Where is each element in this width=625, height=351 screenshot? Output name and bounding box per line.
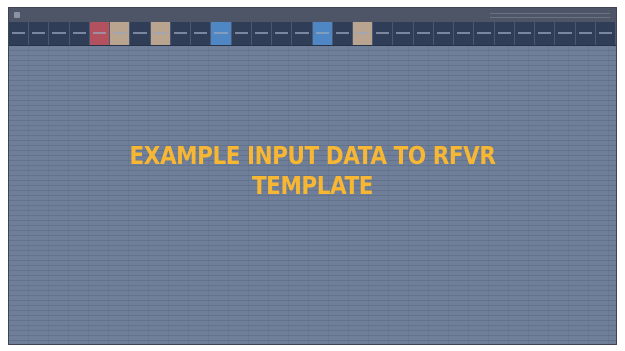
column-header-label <box>335 32 349 34</box>
column-header-cell[interactable] <box>596 22 616 45</box>
column-header-cell[interactable] <box>434 22 455 45</box>
column-header-label <box>92 32 107 34</box>
column-header-cell[interactable] <box>352 22 374 45</box>
column-header-label <box>295 32 309 34</box>
toolbar-strip <box>9 8 616 23</box>
column-header-cell[interactable] <box>70 22 90 45</box>
column-header-label <box>497 32 511 34</box>
column-header-label <box>457 32 471 34</box>
column-header-cell[interactable] <box>312 22 333 45</box>
column-header-label <box>396 32 410 34</box>
column-header-label <box>477 32 491 34</box>
column-header-cell[interactable] <box>373 22 394 45</box>
column-header-cell[interactable] <box>171 22 192 45</box>
column-header-cell[interactable] <box>495 22 515 45</box>
column-header-label <box>578 32 592 34</box>
column-header-cell[interactable] <box>150 22 171 45</box>
column-header-label <box>194 32 208 34</box>
column-header-cell[interactable] <box>515 22 536 45</box>
column-header-cell[interactable] <box>272 22 293 45</box>
column-header-label <box>517 32 532 34</box>
column-header-cell[interactable] <box>9 22 30 45</box>
overlay-title-line-1: EXAMPLE INPUT DATA TO RFVR <box>129 141 496 170</box>
column-header-cell[interactable] <box>29 22 50 45</box>
spreadsheet-window: EXAMPLE INPUT DATA TO RFVR TEMPLATE <box>8 7 617 345</box>
column-header-cell[interactable] <box>576 22 596 45</box>
column-header-cell[interactable] <box>292 22 313 45</box>
app-icon <box>14 12 20 18</box>
overlay-title: EXAMPLE INPUT DATA TO RFVR TEMPLATE <box>51 141 573 201</box>
column-header-label <box>72 32 86 34</box>
overlay-title-line-2: TEMPLATE <box>251 171 374 200</box>
column-header-cell[interactable] <box>252 22 273 45</box>
column-header-cell[interactable] <box>191 22 212 45</box>
column-header-cell[interactable] <box>393 22 414 45</box>
column-header-label <box>254 32 269 34</box>
column-header-label <box>52 32 66 34</box>
column-header-label <box>113 32 127 34</box>
toolbar-controls <box>490 13 610 18</box>
column-header-label <box>133 32 147 34</box>
column-header-label <box>355 32 370 34</box>
column-header-cell[interactable] <box>89 22 111 45</box>
column-header-label <box>153 32 167 34</box>
column-header-cell[interactable] <box>130 22 151 45</box>
column-header-label <box>275 32 289 34</box>
column-header-row <box>9 22 616 46</box>
column-header-cell[interactable] <box>555 22 576 45</box>
column-header-cell[interactable] <box>474 22 495 45</box>
column-header-label <box>538 32 552 34</box>
column-header-cell[interactable] <box>535 22 556 45</box>
column-header-cell[interactable] <box>232 22 252 45</box>
column-header-cell[interactable] <box>110 22 131 45</box>
column-header-cell[interactable] <box>49 22 70 45</box>
column-header-label <box>558 32 572 34</box>
column-header-label <box>598 32 613 34</box>
column-header-cell[interactable] <box>414 22 434 45</box>
column-header-label <box>376 32 390 34</box>
column-header-label <box>214 32 228 34</box>
column-header-label <box>32 32 46 34</box>
column-header-label <box>234 32 248 34</box>
column-header-label <box>436 32 451 34</box>
column-header-cell[interactable] <box>211 22 232 45</box>
column-header-cell[interactable] <box>333 22 353 45</box>
column-header-label <box>416 32 430 34</box>
column-header-cell[interactable] <box>454 22 475 45</box>
column-header-label <box>12 32 26 34</box>
column-header-label <box>315 32 329 34</box>
column-header-label <box>173 32 188 34</box>
